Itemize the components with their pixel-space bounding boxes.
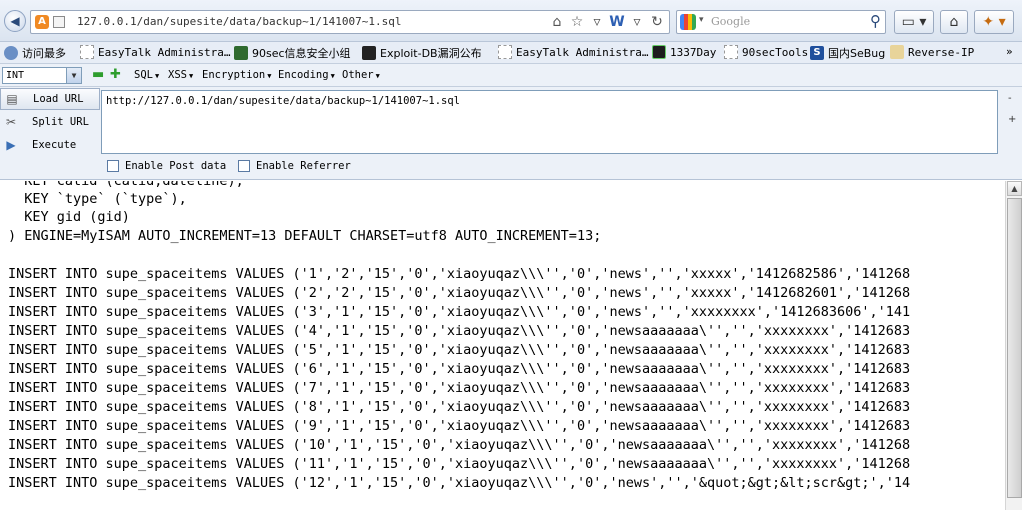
code-line: INSERT INTO supe_spaceitems VALUES ('6',…	[8, 361, 911, 377]
bug-icon	[234, 46, 248, 60]
code-line: INSERT INTO supe_spaceitems VALUES ('7',…	[8, 380, 911, 396]
code-line: INSERT INTO supe_spaceitems VALUES ('5',…	[8, 342, 911, 358]
code-line: INSERT INTO supe_spaceitems VALUES ('4',…	[8, 323, 911, 339]
code-line: INSERT INTO supe_spaceitems VALUES ('11'…	[8, 456, 911, 472]
bookmark-item[interactable]: 90sec信息安全小组	[234, 45, 351, 61]
bookmarks-toolbar: 访问最多 EasyTalk Administra… 90sec信息安全小组 Ex…	[0, 42, 1022, 64]
home-button[interactable]: ⌂	[940, 10, 968, 34]
expand-icon[interactable]: +	[1008, 114, 1016, 125]
url-text[interactable]: 127.0.0.1/dan/supesite/data/backup~1/141…	[77, 15, 402, 28]
site-identity-icon[interactable]	[53, 16, 65, 28]
bookmark-item[interactable]: EasyTalk Administra…	[80, 45, 230, 59]
bookmark-item[interactable]: Exploit-DB漏洞公布	[362, 45, 482, 61]
bookmark-item[interactable]: EasyTalk Administra…	[498, 45, 648, 59]
code-line: INSERT INTO supe_spaceitems VALUES ('12'…	[8, 475, 911, 491]
page-icon	[498, 45, 512, 59]
navigation-toolbar: ◀ A 127.0.0.1/dan/supesite/data/backup~1…	[0, 0, 1022, 42]
encoding-select[interactable]: INT ▼	[2, 67, 82, 84]
back-button[interactable]: ◀	[4, 10, 26, 32]
code-line: KEY `type` (`type`),	[8, 191, 187, 207]
code-line: INSERT INTO supe_spaceitems VALUES ('1',…	[8, 266, 911, 282]
load-url-icon: ▤	[6, 92, 18, 106]
url-textarea[interactable]: http://127.0.0.1/dan/supesite/data/backu…	[101, 90, 998, 154]
menu-encryption[interactable]: Encryption ▼	[202, 69, 271, 81]
code-line: INSERT INTO supe_spaceitems VALUES ('3',…	[8, 304, 911, 320]
code-line: KEY gid (gid)	[8, 209, 130, 225]
site-favicon-icon: A	[35, 15, 49, 29]
code-line: INSERT INTO supe_spaceitems VALUES ('9',…	[8, 418, 911, 434]
bookmark-item[interactable]: 1337Day	[652, 45, 716, 59]
history-dropdown-icon[interactable]: ▿	[629, 13, 645, 31]
play-icon: ▶	[6, 138, 16, 152]
split-url-button[interactable]: ✂ Split URL	[0, 111, 100, 133]
search-icon[interactable]: ⚲	[870, 12, 881, 30]
chevron-down-icon: ▼	[66, 68, 81, 83]
page-icon	[724, 45, 738, 59]
page-icon	[80, 45, 94, 59]
scroll-thumb[interactable]	[1007, 198, 1022, 498]
vertical-scrollbar[interactable]: ▲	[1005, 181, 1022, 510]
hackbar-menu-row: INT ▼ ▬ ✚ SQL ▼ XSS ▼ Encryption ▼ Encoding…	[0, 64, 1022, 87]
shrink-icon[interactable]: -	[1008, 93, 1012, 104]
bookmarks-overflow-icon[interactable]: »	[1006, 45, 1013, 58]
address-bar[interactable]: A 127.0.0.1/dan/supesite/data/backup~1/1…	[30, 10, 670, 34]
enable-post-checkbox[interactable]: Enable Post data	[107, 160, 226, 172]
search-box[interactable]: ▾ Google ⚲	[676, 10, 886, 34]
page-menu-button[interactable]: ▭ ▾	[894, 10, 934, 34]
reload-icon[interactable]: ↻	[649, 13, 665, 31]
home-icon[interactable]: ⌂	[549, 13, 565, 31]
bookmark-star-icon[interactable]: ☆	[569, 13, 585, 31]
hackbar-panel: ▤ Load URL ✂ Split URL ▶ Execute http://…	[0, 87, 1022, 180]
menu-sql[interactable]: SQL ▼	[134, 69, 159, 81]
s-icon: S	[810, 46, 824, 60]
scroll-up-icon[interactable]: ▲	[1007, 181, 1022, 196]
decrease-icon[interactable]: ▬	[92, 67, 104, 83]
1337day-icon	[652, 45, 666, 59]
page-content: KEY catid (catid,dateline), KEY `type` (…	[0, 181, 1005, 510]
bookmark-item[interactable]: Reverse-IP	[890, 45, 974, 59]
chevron-down-icon[interactable]: ▾	[699, 15, 704, 25]
google-logo-icon[interactable]	[680, 14, 696, 30]
menu-other[interactable]: Other ▼	[342, 69, 380, 81]
code-line: INSERT INTO supe_spaceitems VALUES ('10'…	[8, 437, 911, 453]
scissors-icon: ✂	[5, 115, 17, 129]
bookmark-item[interactable]: 访问最多	[4, 45, 66, 61]
code-line: INSERT INTO supe_spaceitems VALUES ('8',…	[8, 399, 911, 415]
bookmark-item[interactable]: 90secTools	[724, 45, 808, 59]
search-input[interactable]: Google	[711, 15, 750, 28]
pencil-icon	[890, 45, 904, 59]
menu-xss[interactable]: XSS ▼	[168, 69, 193, 81]
addon-button[interactable]: ✦ ▾	[974, 10, 1014, 34]
exploit-db-icon	[362, 46, 376, 60]
code-line: INSERT INTO supe_spaceitems VALUES ('2',…	[8, 285, 911, 301]
menu-encoding[interactable]: Encoding ▼	[278, 69, 335, 81]
bookmark-item[interactable]: S 国内SeBug	[810, 45, 885, 61]
execute-button[interactable]: ▶ Execute	[0, 134, 100, 156]
increase-icon[interactable]: ✚	[110, 67, 121, 83]
load-url-button[interactable]: ▤ Load URL	[0, 88, 100, 110]
enable-referrer-checkbox[interactable]: Enable Referrer	[238, 160, 351, 172]
gear-icon	[4, 46, 18, 60]
code-line: ) ENGINE=MyISAM AUTO_INCREMENT=13 DEFAUL…	[8, 228, 602, 244]
history-dropdown-icon[interactable]: ▿	[589, 13, 605, 31]
word-icon[interactable]: W	[609, 13, 625, 31]
